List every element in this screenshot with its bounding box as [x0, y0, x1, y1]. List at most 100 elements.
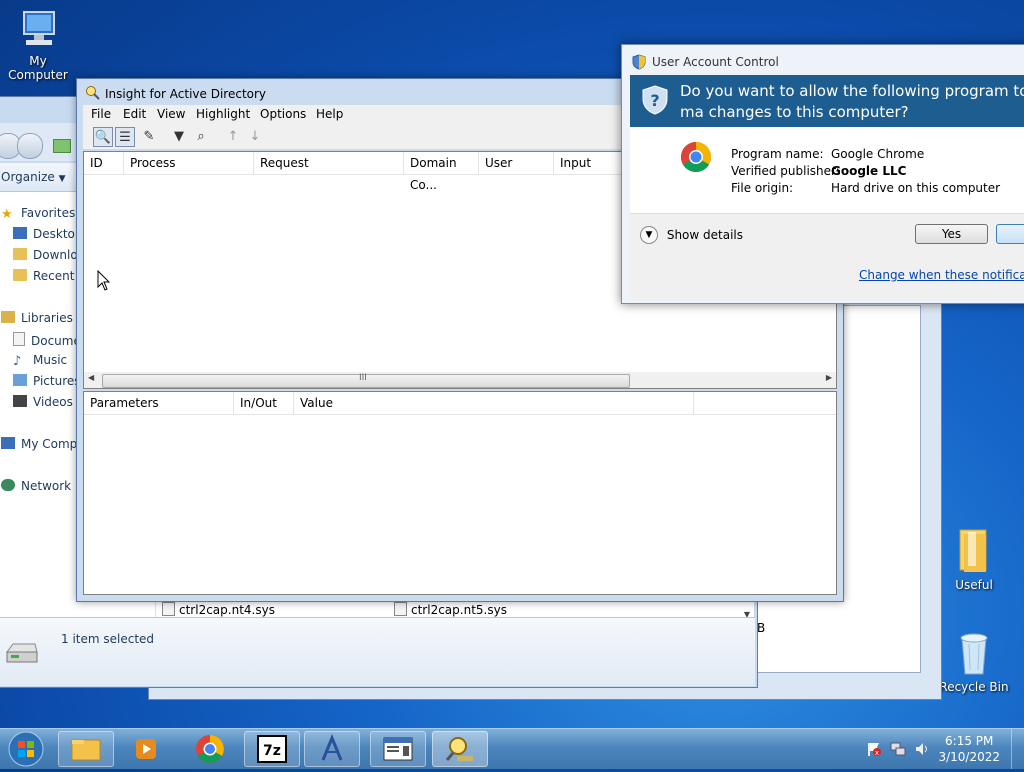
tray-volume-icon[interactable]: [914, 741, 930, 760]
uac-body: Program name: Google Chrome Verified pub…: [630, 127, 1024, 213]
column-header-value[interactable]: Value: [294, 392, 694, 414]
show-details-toggle[interactable]: ▼ Show details: [640, 226, 743, 244]
eraser-icon: ✎: [143, 129, 155, 144]
clock-time: 6:15 PM: [945, 734, 994, 748]
question-shield-icon: ?: [642, 85, 668, 118]
nav-item-videos[interactable]: Videos: [13, 395, 73, 409]
nav-item-network[interactable]: Network: [1, 479, 71, 493]
origin-label: File origin:: [731, 181, 794, 195]
menu-highlight[interactable]: Highlight: [196, 107, 250, 121]
uac-shield-icon: [632, 54, 646, 73]
uac-footer: ▼ Show details Yes Change when these not…: [630, 213, 1024, 300]
nav-item-desktop[interactable]: Desktop: [13, 227, 83, 241]
recent-places-icon: [13, 269, 27, 281]
uac-question: Do you want to allow the following progr…: [680, 82, 1024, 121]
desktop-icon-my-computer[interactable]: My Computer: [0, 8, 76, 82]
change-notification-link[interactable]: Change when these notification: [859, 268, 1024, 282]
find-button[interactable]: ⌕: [191, 127, 211, 147]
tray-network-icon[interactable]: [890, 741, 906, 760]
list-item[interactable]: ctrl2cap.nt4.sys: [162, 602, 275, 617]
taskbar-media-player[interactable]: [118, 731, 174, 767]
desktop-icon-label: My Computer: [8, 54, 68, 82]
menu-edit[interactable]: Edit: [123, 107, 146, 121]
start-button[interactable]: [6, 729, 46, 769]
uac-dialog[interactable]: User Account Control ? Do you want to al…: [621, 44, 1024, 304]
nav-item-pictures[interactable]: Pictures: [13, 374, 81, 388]
folder-icon: [71, 739, 101, 761]
network-icon: [1, 479, 15, 491]
desktop-icon-recycle-bin[interactable]: Recycle Bin: [936, 630, 1012, 694]
organize-button[interactable]: Organize ▼: [1, 170, 66, 184]
column-header-in-out[interactable]: In/Out: [234, 392, 294, 414]
yes-button[interactable]: Yes: [915, 224, 988, 244]
nav-item-documents[interactable]: Docume: [13, 332, 81, 348]
scroll-right-arrow[interactable]: ▶: [826, 373, 832, 382]
uac-title: User Account Control: [652, 55, 779, 69]
insight-icon: [445, 737, 473, 761]
list-icon: ☰: [119, 130, 131, 145]
nav-item-music[interactable]: ♪ Music: [13, 353, 67, 369]
forward-button[interactable]: [17, 133, 43, 159]
chrome-icon: [680, 141, 712, 176]
menu-file[interactable]: File: [91, 107, 111, 121]
column-header-request[interactable]: Request: [254, 152, 404, 174]
mouse-cursor-icon: [97, 269, 111, 295]
taskbar-7zip[interactable]: 7z: [244, 731, 300, 767]
capture-button[interactable]: 🔍: [93, 127, 113, 147]
find-previous-button[interactable]: ↑: [223, 127, 243, 147]
arrow-up-icon: ↑: [227, 129, 239, 144]
desktop-icon-label: Useful: [955, 578, 993, 592]
find-next-button[interactable]: ↓: [245, 127, 265, 147]
publisher-value: Google LLC: [831, 164, 907, 178]
list-item[interactable]: ctrl2cap.nt5.sys: [394, 602, 507, 617]
column-header-domain[interactable]: Domain Co...: [404, 152, 479, 192]
parameters-grid[interactable]: Parameters In/Out Value: [83, 391, 837, 595]
videos-icon: [13, 395, 27, 407]
system-clock[interactable]: 6:15 PM 3/10/2022: [938, 733, 1000, 765]
nav-item-libraries[interactable]: Libraries: [1, 311, 73, 325]
taskbar: 7z x 6:15 PM 3/10/2022: [0, 728, 1024, 769]
scroll-thumb[interactable]: III: [102, 373, 630, 388]
taskbar-app[interactable]: [370, 731, 426, 767]
scroll-grip: III: [359, 373, 367, 383]
menu-help[interactable]: Help: [316, 107, 343, 121]
chevron-down-icon: ▼: [58, 174, 66, 184]
file-icon: [162, 602, 175, 616]
taskbar-insight[interactable]: [432, 731, 488, 767]
horizontal-scrollbar[interactable]: ◀ III ▶: [84, 372, 836, 388]
scroll-left-arrow[interactable]: ◀: [88, 373, 94, 382]
menu-view[interactable]: View: [157, 107, 185, 121]
clock-date: 3/10/2022: [938, 750, 1000, 764]
nav-label: My Comp: [21, 437, 78, 451]
column-header-user[interactable]: User: [479, 152, 554, 174]
column-header-id[interactable]: ID: [84, 152, 124, 174]
nav-label: Favorites: [21, 206, 76, 220]
taskbar-explorer[interactable]: [58, 731, 114, 767]
taskbar-chrome[interactable]: [182, 731, 238, 767]
filter-button[interactable]: ▼: [169, 127, 189, 147]
libraries-icon: [1, 311, 15, 323]
tray-flag-icon[interactable]: x: [866, 741, 882, 760]
computer-icon: [16, 8, 60, 52]
autoscroll-button[interactable]: ☰: [115, 127, 135, 147]
show-desktop-button[interactable]: [1011, 729, 1024, 769]
column-header-parameters[interactable]: Parameters: [84, 392, 234, 414]
nav-item-my-computer[interactable]: My Comp: [1, 437, 77, 451]
nav-item-downloads[interactable]: Downloa: [13, 248, 85, 262]
filter-icon: ▼: [174, 129, 184, 144]
column-header-process[interactable]: Process: [124, 152, 254, 174]
desktop-icon-useful[interactable]: Useful: [936, 526, 1012, 592]
details-pane: 1 item selected: [0, 617, 755, 686]
origin-value: Hard drive on this computer: [831, 181, 1001, 195]
music-icon: ♪: [13, 354, 22, 369]
no-button[interactable]: [996, 224, 1024, 244]
nav-item-favorites[interactable]: ★ Favorites: [1, 206, 76, 222]
menu-options[interactable]: Options: [260, 107, 306, 121]
nav-item-recent[interactable]: Recent P: [13, 269, 86, 283]
drive-icon: [5, 640, 39, 666]
status-text: 1 item selected: [61, 632, 155, 646]
taskbar-ad-tool[interactable]: [304, 731, 360, 767]
clear-button[interactable]: ✎: [139, 127, 159, 147]
file-icon: [394, 602, 407, 616]
insight-app-icon: [85, 85, 101, 101]
